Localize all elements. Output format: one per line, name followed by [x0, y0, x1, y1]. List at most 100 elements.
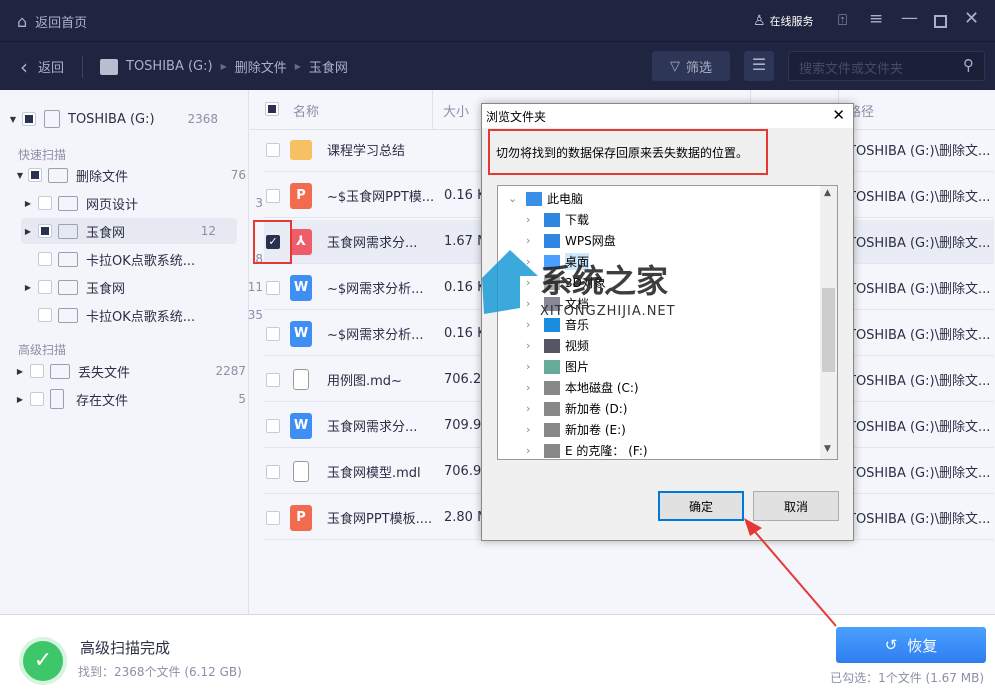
- home-icon: ⌂: [17, 12, 28, 31]
- row-checkbox[interactable]: [266, 372, 280, 387]
- view-list-button[interactable]: ☰: [744, 51, 774, 81]
- folder-icon: [58, 195, 78, 211]
- ok-button[interactable]: 确定: [658, 491, 744, 521]
- checkbox[interactable]: [28, 168, 42, 182]
- row-checkbox[interactable]: [266, 418, 280, 433]
- file-icon: [293, 369, 309, 390]
- chevron-right-icon[interactable]: ›: [526, 402, 538, 415]
- sidebar-item-deleted[interactable]: ▼ 删除文件 76: [15, 162, 255, 188]
- back-button[interactable]: ‹ 返回: [20, 54, 64, 79]
- checkbox[interactable]: [38, 252, 52, 266]
- chevron-right-icon[interactable]: ›: [526, 339, 538, 352]
- scan-complete-title: 高级扫描完成: [80, 639, 171, 657]
- tree-item[interactable]: › 下载: [498, 209, 589, 230]
- breadcrumb-item[interactable]: TOSHIBA (G:): [126, 59, 213, 74]
- chevron-right-icon[interactable]: ›: [526, 381, 538, 394]
- tree-item[interactable]: › 视频: [498, 335, 589, 356]
- tree-item[interactable]: › WPS网盘: [498, 230, 616, 251]
- checkbox[interactable]: [38, 196, 52, 210]
- tree-item[interactable]: › 新加卷 (E:): [498, 419, 626, 440]
- tree-item[interactable]: › 新加卷 (D:): [498, 398, 627, 419]
- checkbox[interactable]: [30, 392, 44, 406]
- sidebar-item-folder[interactable]: ▶ 网页设计 3: [23, 190, 263, 216]
- sidebar-item-folder-selected[interactable]: ▶ 玉食网 12: [21, 218, 237, 244]
- breadcrumb: TOSHIBA (G:) ▶ 删除文件 ▶ 玉食网: [100, 57, 348, 76]
- maximize-icon[interactable]: [934, 15, 947, 28]
- warning-text: 切勿将找到的数据保存回原来丢失数据的位置。: [496, 146, 749, 160]
- feedback-icon[interactable]: ⍐: [838, 11, 847, 29]
- chevron-right-icon[interactable]: ›: [526, 423, 538, 436]
- cancel-button[interactable]: 取消: [753, 491, 839, 521]
- select-all-checkbox[interactable]: [265, 102, 279, 116]
- chevron-right-icon[interactable]: ›: [526, 234, 538, 247]
- tree-item[interactable]: › 音乐: [498, 314, 589, 335]
- chevron-right-icon[interactable]: ›: [526, 444, 538, 457]
- minimize-icon[interactable]: —: [901, 8, 918, 28]
- sidebar-item-existing[interactable]: ▶ 存在文件 5: [15, 386, 255, 412]
- checkbox[interactable]: [38, 308, 52, 322]
- filter-button[interactable]: ▽ 筛选: [652, 51, 730, 81]
- menu-icon[interactable]: ≡: [869, 9, 883, 29]
- tree-item-icon: [544, 401, 560, 416]
- search-input[interactable]: 搜索文件或文件夹 ⚲: [788, 51, 985, 81]
- scrollbar-thumb[interactable]: [822, 288, 835, 372]
- chevron-down-icon[interactable]: ⌄: [508, 192, 520, 205]
- scrollbar[interactable]: ▲ ▼: [820, 186, 837, 459]
- chevron-right-icon[interactable]: ›: [526, 297, 538, 310]
- close-icon[interactable]: ✕: [964, 8, 979, 29]
- column-name[interactable]: 名称: [293, 93, 319, 127]
- chevron-right-icon[interactable]: ›: [526, 255, 538, 268]
- checkbox[interactable]: [30, 364, 44, 378]
- row-checkbox[interactable]: [266, 142, 280, 157]
- word-icon: W: [290, 412, 312, 439]
- tree-item[interactable]: › 文档: [498, 293, 589, 314]
- dialog-close-icon[interactable]: ✕: [832, 106, 845, 124]
- warning-box: 切勿将找到的数据保存回原来丢失数据的位置。: [488, 129, 768, 175]
- dialog-title-bar: 浏览文件夹 ✕: [482, 104, 853, 128]
- row-checkbox[interactable]: [266, 464, 280, 479]
- checkbox[interactable]: [38, 224, 52, 238]
- tree-item[interactable]: › 图片: [498, 356, 589, 377]
- row-checkbox[interactable]: [266, 280, 280, 295]
- folder-tree[interactable]: ⌄ 此电脑 › 下载 › WPS网盘 › 桌面 › 3D对象 › 文档 › 音乐 › 视频 › 图片 › 本地磁盘 (…: [497, 185, 838, 460]
- tree-item[interactable]: › 桌面: [498, 251, 590, 272]
- tree-item-icon: [544, 254, 560, 269]
- sidebar-item-folder[interactable]: 卡拉OK点歌系统... 8: [23, 246, 263, 272]
- chevron-right-icon[interactable]: ›: [526, 360, 538, 373]
- breadcrumb-item[interactable]: 删除文件: [235, 57, 287, 76]
- folder-icon: [290, 139, 312, 160]
- search-icon[interactable]: ⚲: [963, 56, 974, 74]
- chevron-left-icon: ‹: [20, 54, 28, 79]
- sidebar-item-lost[interactable]: ▶ 丢失文件 2287: [15, 358, 255, 384]
- highlight-box: [253, 220, 292, 264]
- sidebar-item-drive[interactable]: ▼ TOSHIBA (G:) 2368: [8, 106, 248, 132]
- column-size[interactable]: 大小: [443, 93, 469, 127]
- chevron-right-icon[interactable]: ›: [526, 276, 538, 289]
- sidebar-item-folder[interactable]: 卡拉OK点歌系统... 35: [23, 302, 263, 328]
- expand-icon[interactable]: ▼: [8, 115, 18, 124]
- online-service-button[interactable]: ♙ 在线服务: [753, 13, 814, 29]
- sidebar-item-folder[interactable]: ▶ 玉食网 11: [23, 274, 263, 300]
- tree-item-icon: [526, 191, 542, 206]
- checkbox[interactable]: [22, 112, 36, 126]
- home-button[interactable]: ⌂ 返回首页: [17, 12, 87, 31]
- row-checkbox[interactable]: [266, 326, 280, 341]
- separator-icon: ▶: [294, 62, 301, 71]
- chevron-right-icon[interactable]: ›: [526, 213, 538, 226]
- file-path: TOSHIBA (G:)\删除文...: [848, 236, 991, 251]
- recover-button[interactable]: ↺ 恢复: [836, 627, 986, 663]
- checkbox[interactable]: [38, 280, 52, 294]
- tree-item[interactable]: ⌄ 此电脑: [498, 188, 583, 209]
- row-checkbox[interactable]: [266, 510, 280, 525]
- pdf-icon: ⅄: [290, 228, 312, 255]
- file-path: TOSHIBA (G:)\删除文...: [848, 512, 991, 527]
- breadcrumb-item[interactable]: 玉食网: [309, 57, 348, 76]
- tree-item[interactable]: › E 的克隆： (F:): [498, 440, 648, 459]
- file-path: TOSHIBA (G:)\删除文...: [848, 328, 991, 343]
- tree-item[interactable]: › 本地磁盘 (C:): [498, 377, 639, 398]
- tree-item-icon: [544, 443, 560, 458]
- chevron-right-icon[interactable]: ›: [526, 318, 538, 331]
- row-checkbox[interactable]: [266, 188, 280, 203]
- tree-item-icon: [544, 380, 560, 395]
- tree-item[interactable]: › 3D对象: [498, 272, 606, 293]
